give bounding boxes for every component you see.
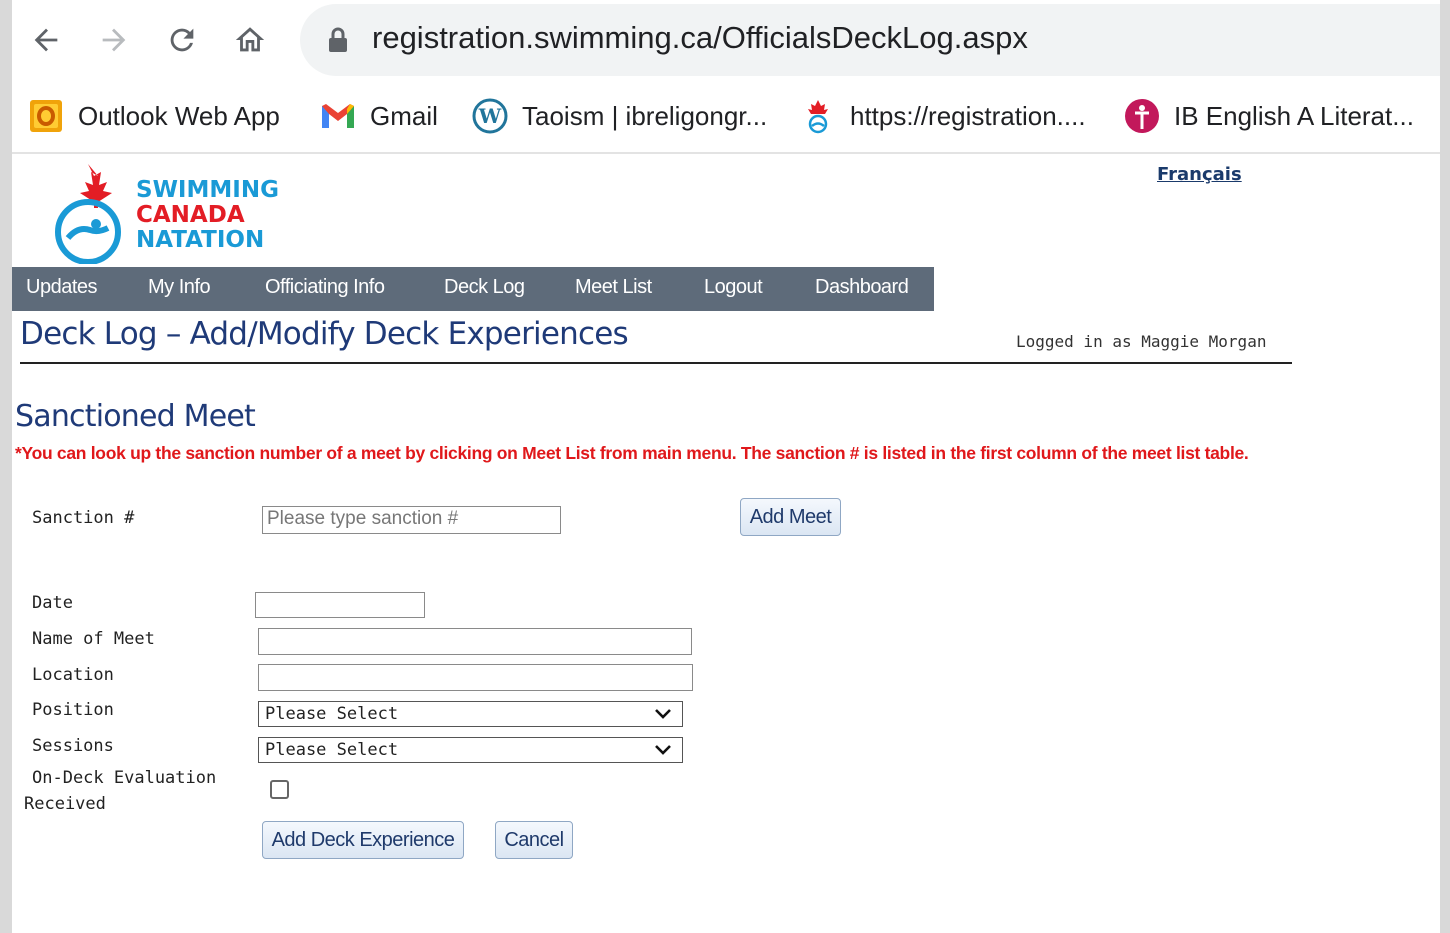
gmail-icon — [320, 98, 356, 134]
meet-name-label: Name of Meet — [32, 629, 155, 649]
page-content: SWIMMING CANADA NATATION Français Update… — [12, 154, 1440, 933]
logo-line-1: SWIMMING — [136, 177, 279, 203]
evaluation-checkbox[interactable] — [270, 780, 289, 799]
bookmark-ib-english[interactable]: IB English A Literat... — [1124, 94, 1414, 138]
maple-leaf-swimmer-icon — [55, 164, 121, 265]
bookmarks-bar: Outlook Web App Gmail W Taoism | ibrelig… — [12, 80, 1440, 154]
section-title: Sanctioned Meet — [15, 399, 256, 434]
sessions-label: Sessions — [32, 736, 114, 756]
address-bar[interactable]: registration.swimming.ca/OfficialsDeckLo… — [300, 4, 1440, 76]
bookmark-label: IB English A Literat... — [1174, 100, 1414, 131]
svg-text:W: W — [478, 104, 502, 128]
bookmark-wordpress[interactable]: W Taoism | ibreligongr... — [472, 94, 767, 138]
meet-name-input[interactable] — [258, 628, 692, 655]
back-arrow-icon[interactable] — [24, 18, 68, 62]
chevron-down-icon — [655, 709, 671, 719]
evaluation-label-line-2: Received — [24, 794, 106, 814]
lock-icon[interactable] — [328, 27, 348, 53]
logged-in-status: Logged in as Maggie Morgan — [1016, 332, 1267, 351]
cancel-button[interactable]: Cancel — [495, 821, 573, 859]
language-link[interactable]: Français — [1157, 164, 1242, 185]
bookmark-outlook[interactable]: Outlook Web App — [28, 94, 280, 138]
bookmark-registration[interactable]: https://registration.... — [800, 94, 1086, 138]
sessions-select[interactable]: Please Select — [258, 737, 683, 763]
home-icon[interactable] — [228, 18, 272, 62]
forward-arrow-icon[interactable] — [92, 18, 136, 62]
location-label: Location — [32, 665, 114, 685]
swimming-canada-icon — [800, 98, 836, 134]
sessions-selected-value: Please Select — [265, 740, 399, 760]
date-label: Date — [32, 593, 73, 613]
nav-item-my-info[interactable]: My Info — [148, 276, 211, 299]
bookmark-gmail[interactable]: Gmail — [320, 94, 438, 138]
bookmark-label: Gmail — [370, 100, 438, 131]
sanction-label: Sanction # — [32, 508, 135, 528]
url-text: registration.swimming.ca/OfficialsDeckLo… — [372, 20, 1028, 55]
sanction-input[interactable]: Please type sanction # — [262, 506, 561, 534]
bookmark-label: Outlook Web App — [78, 100, 280, 131]
bookmark-label: https://registration.... — [850, 100, 1086, 131]
logo-wordmark: SWIMMING CANADA NATATION — [136, 178, 279, 253]
position-label: Position — [32, 700, 114, 720]
location-input[interactable] — [258, 664, 693, 691]
outlook-icon — [28, 98, 64, 134]
heading-divider — [20, 362, 1292, 364]
swimming-canada-logo[interactable]: SWIMMING CANADA NATATION — [52, 160, 279, 265]
nav-item-updates[interactable]: Updates — [26, 276, 98, 299]
position-select[interactable]: Please Select — [258, 701, 683, 727]
logo-line-2: CANADA — [136, 202, 245, 228]
nav-item-meet-list[interactable]: Meet List — [575, 276, 652, 299]
nav-item-dashboard[interactable]: Dashboard — [815, 276, 909, 299]
nav-item-logout[interactable]: Logout — [704, 276, 763, 299]
nav-item-officiating-info[interactable]: Officiating Info — [265, 276, 385, 299]
bookmark-label: Taoism | ibreligongr... — [522, 100, 768, 131]
logo-line-3: NATATION — [136, 227, 265, 253]
chevron-down-icon — [655, 745, 671, 755]
wordpress-icon: W — [472, 98, 508, 134]
position-selected-value: Please Select — [265, 704, 399, 724]
sanction-notice: *You can look up the sanction number of … — [15, 443, 1249, 463]
browser-window: registration.swimming.ca/OfficialsDeckLo… — [12, 0, 1440, 933]
main-navigation: Updates My Info Officiating Info Deck Lo… — [12, 267, 934, 311]
browser-toolbar: registration.swimming.ca/OfficialsDeckLo… — [12, 0, 1440, 80]
evaluation-label-line-1: On-Deck Evaluation — [32, 768, 217, 788]
page-title: Deck Log – Add/Modify Deck Experiences — [20, 316, 629, 352]
nav-item-deck-log[interactable]: Deck Log — [444, 276, 525, 299]
reload-icon[interactable] — [160, 18, 204, 62]
add-meet-button[interactable]: Add Meet — [740, 498, 841, 536]
add-deck-experience-button[interactable]: Add Deck Experience — [262, 821, 464, 859]
date-input[interactable] — [255, 592, 425, 618]
pin-icon — [1124, 98, 1160, 134]
